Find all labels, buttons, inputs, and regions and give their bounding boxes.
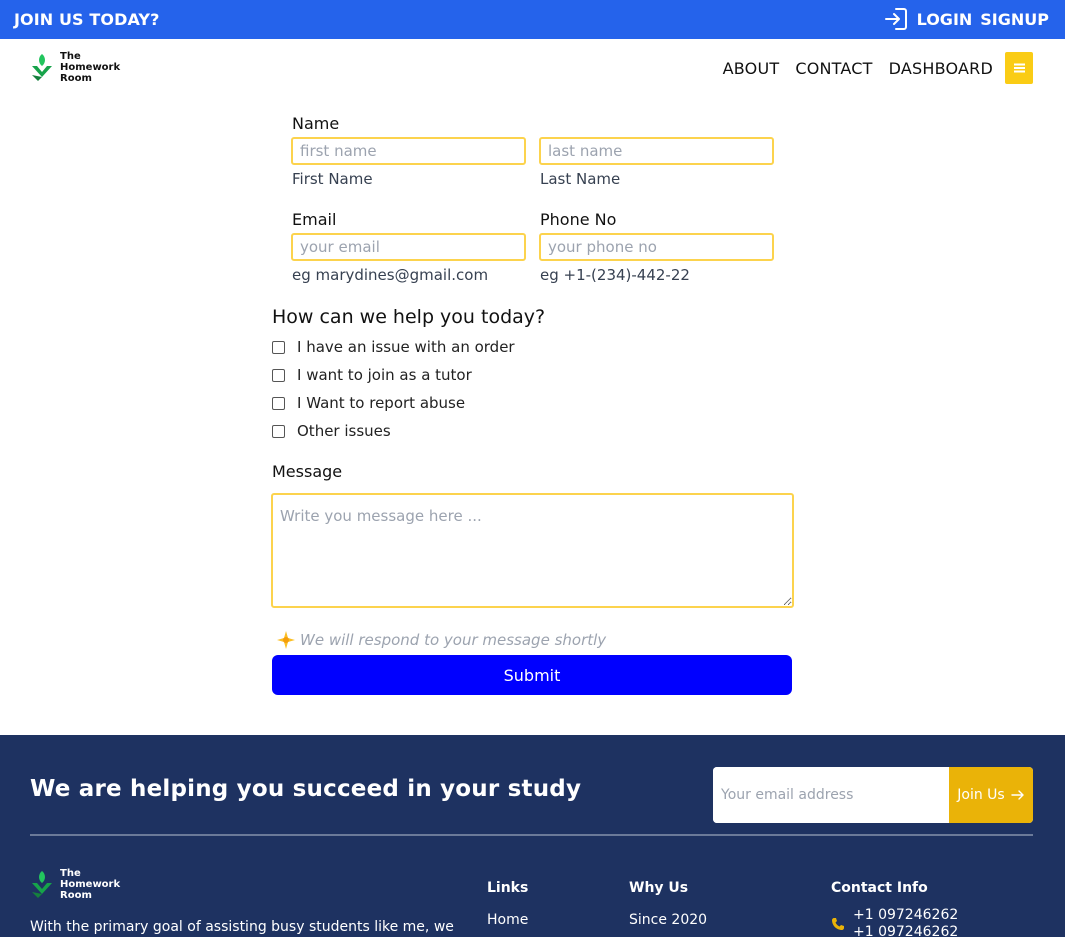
message-label: Message [272, 462, 343, 481]
phone-label: Phone No [540, 210, 617, 229]
brand-line: Room [60, 73, 92, 84]
message-textarea[interactable] [271, 493, 794, 608]
signup-link[interactable]: SIGNUP [980, 10, 1049, 29]
site-footer: We are helping you succeed in your study… [0, 735, 1065, 937]
arrow-right-icon [1011, 790, 1024, 800]
checkbox-option[interactable]: I Want to report abuse [272, 394, 465, 412]
checkbox[interactable] [272, 424, 285, 438]
brand-line: The [60, 51, 81, 62]
brand-line: The [60, 868, 81, 879]
subscribe-email-input[interactable] [713, 767, 949, 823]
phone-number[interactable]: +1 097246262 [853, 907, 958, 924]
phone-icon [832, 918, 844, 930]
join-us-text[interactable]: JOIN US TODAY? [14, 10, 159, 29]
phone-input[interactable] [539, 233, 774, 261]
menu-button[interactable] [1005, 52, 1033, 84]
sparkle-star-icon [277, 631, 295, 649]
checkbox[interactable] [272, 340, 285, 354]
checkbox-label: I Want to report abuse [297, 394, 466, 412]
checkbox-option[interactable]: I have an issue with an order [272, 338, 515, 356]
checkbox[interactable] [272, 396, 285, 410]
checkbox-option[interactable]: Other issues [272, 422, 391, 440]
respond-note: We will respond to your message shortly [276, 630, 606, 650]
login-icon[interactable] [883, 6, 909, 32]
nav-contact[interactable]: CONTACT [795, 59, 872, 78]
why-us-title: Why Us [629, 880, 689, 896]
subscribe-form: Join Us [713, 767, 1033, 823]
main-nav: ABOUT CONTACT DASHBOARD [723, 52, 1033, 84]
join-us-label: Join Us [957, 787, 1005, 803]
first-name-hint: First Name [292, 170, 373, 188]
brand-logo[interactable]: The Homework Room [30, 51, 120, 84]
logo-mark-icon [32, 870, 52, 898]
site-header: The Homework Room ABOUT CONTACT DASHBOAR… [0, 39, 1065, 97]
footer-brand-logo[interactable]: The Homework Room [30, 868, 120, 901]
checkbox-label: I want to join as a tutor [297, 366, 472, 384]
email-hint: eg marydines@gmail.com [292, 266, 489, 284]
hamburger-icon [1013, 67, 1025, 69]
brand-line: Homework [60, 879, 121, 890]
phone-contact: +1 097246262 +1 097246262 [831, 907, 958, 937]
submit-button[interactable]: Submit [272, 655, 792, 695]
links-title: Links [487, 880, 529, 896]
respond-note-text: We will respond to your message shortly [300, 631, 607, 649]
auth-links: LOGIN SIGNUP [883, 6, 1049, 32]
checkbox-option[interactable]: I want to join as a tutor [272, 366, 472, 384]
logo-mark-icon [32, 53, 52, 81]
footer-link-home[interactable]: Home [487, 912, 528, 928]
contact-info-title: Contact Info [831, 880, 928, 896]
login-link[interactable]: LOGIN [917, 10, 973, 29]
last-name-input[interactable] [539, 137, 774, 165]
email-label: Email [292, 210, 337, 229]
help-heading: How can we help you today? [272, 306, 546, 328]
phone-numbers: +1 097246262 +1 097246262 [853, 907, 958, 937]
nav-dashboard[interactable]: DASHBOARD [889, 59, 993, 78]
checkbox[interactable] [272, 368, 285, 382]
phone-hint: eg +1-(234)-442-22 [540, 266, 690, 284]
checkbox-label: Other issues [297, 422, 391, 440]
join-us-button[interactable]: Join Us [949, 767, 1033, 823]
first-name-input[interactable] [291, 137, 526, 165]
phone-number[interactable]: +1 097246262 [853, 924, 958, 937]
footer-divider [30, 834, 1033, 836]
last-name-hint: Last Name [540, 170, 621, 188]
why-us-item: Since 2020 [629, 912, 708, 928]
footer-about-text: With the primary goal of assisting busy … [30, 919, 454, 935]
top-bar: JOIN US TODAY? LOGIN SIGNUP [0, 0, 1065, 39]
brand-name: The Homework Room [60, 868, 120, 901]
footer-tagline: We are helping you succeed in your study [30, 776, 582, 802]
brand-line: Homework [60, 62, 121, 73]
nav-about[interactable]: ABOUT [723, 59, 780, 78]
brand-line: Room [60, 890, 92, 901]
email-input[interactable] [291, 233, 526, 261]
checkbox-label: I have an issue with an order [297, 338, 515, 356]
brand-name: The Homework Room [60, 51, 120, 84]
name-label: Name [292, 114, 340, 133]
